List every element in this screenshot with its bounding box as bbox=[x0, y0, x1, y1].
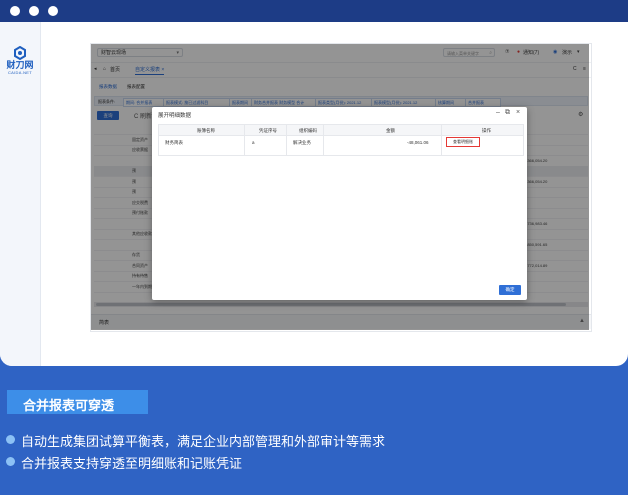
section-title-box: 合并报表可穿透 bbox=[7, 390, 148, 414]
ok-button[interactable]: 确定 bbox=[499, 285, 521, 295]
col-voucher: 凭证序号 bbox=[259, 128, 277, 133]
column-divider bbox=[441, 125, 442, 155]
bullet-dot-icon bbox=[6, 435, 15, 444]
column-divider bbox=[286, 125, 287, 155]
maximize-icon[interactable]: ⧉ bbox=[505, 109, 510, 117]
brand-logo: 财刀网 CAIDA.NET bbox=[4, 46, 36, 75]
close-icon[interactable]: × bbox=[516, 109, 520, 116]
column-divider bbox=[323, 125, 324, 155]
col-amount: 金额 bbox=[386, 128, 395, 133]
screenshot-frame: 财刀网 CAIDA.NET 财智云现场 ▾ 请输入菜单关键字 ⌕ ⑦ ● 通知(… bbox=[0, 0, 628, 366]
col-org: 组织编码 bbox=[299, 128, 317, 133]
logo-sub-text: CAIDA.NET bbox=[7, 70, 33, 75]
detail-table: 账簿名称 凭证序号 组织编码 金额 操作 财务简表 a 解决业务 -48,061… bbox=[158, 124, 524, 156]
cell-amount: -48,061.06 bbox=[407, 140, 429, 145]
modal-title: 展开明细数据 bbox=[158, 113, 192, 119]
window-dot-icon bbox=[29, 6, 39, 16]
cell-book: 财务简表 bbox=[165, 140, 183, 145]
window-dot-icon bbox=[10, 6, 20, 16]
cell-voucher: a bbox=[252, 140, 255, 145]
logo-icon bbox=[14, 46, 26, 60]
window-dot-icon bbox=[48, 6, 58, 16]
bullet-text: 自动生成集团试算平衡表，满足企业内部管理和外部审计等需求 bbox=[21, 434, 386, 449]
table-header: 账簿名称 凭证序号 组织编码 金额 操作 bbox=[159, 125, 523, 136]
cell-org: 解决业务 bbox=[293, 140, 311, 145]
view-ledger-button[interactable]: 查看明细账 bbox=[446, 137, 480, 147]
column-divider bbox=[244, 125, 245, 155]
minimize-icon[interactable]: – bbox=[496, 109, 500, 116]
detail-modal: 展开明细数据 – ⧉ × 账簿名称 凭证序号 组织编码 金额 操作 财务简表 a… bbox=[152, 107, 527, 300]
col-action: 操作 bbox=[482, 128, 491, 133]
col-book: 账簿名称 bbox=[197, 128, 215, 133]
window-titlebar bbox=[0, 0, 628, 22]
bullet-text: 合并报表支持穿透至明细账和记账凭证 bbox=[21, 456, 243, 471]
logo-brand-text: 财刀网 bbox=[6, 60, 34, 70]
bullet-dot-icon bbox=[6, 457, 15, 466]
section-title: 合并报表可穿透 bbox=[23, 398, 115, 413]
